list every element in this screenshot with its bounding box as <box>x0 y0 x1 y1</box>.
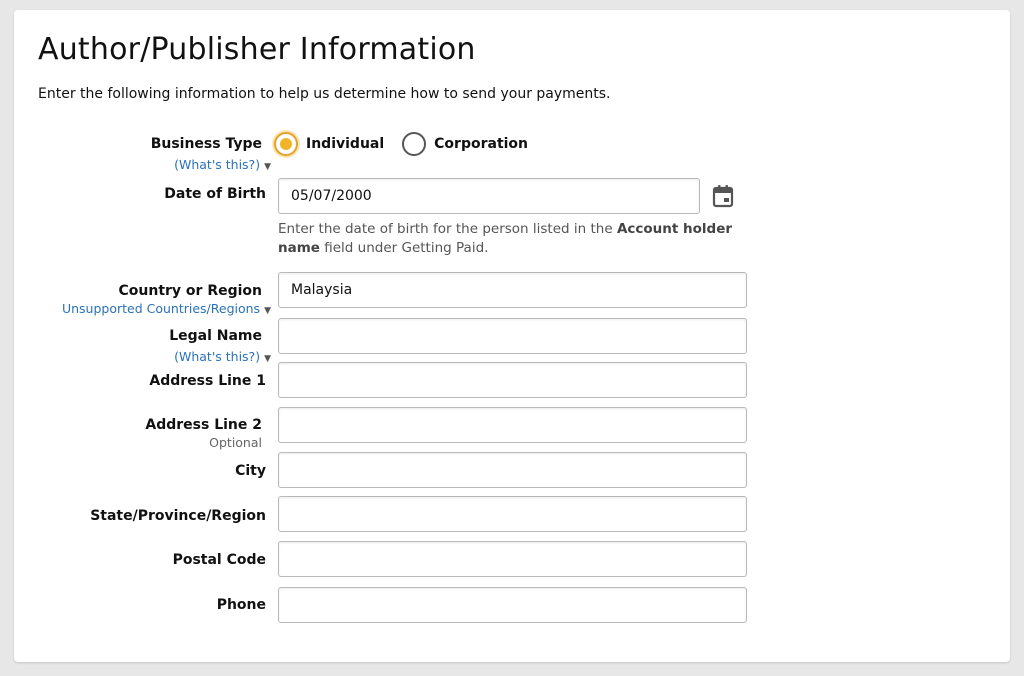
address1-input[interactable] <box>278 362 747 398</box>
radio-individual-label: Individual <box>306 136 385 152</box>
address2-input[interactable] <box>278 407 747 443</box>
phone-input[interactable] <box>278 587 747 623</box>
state-input[interactable] <box>278 496 747 532</box>
dob-input[interactable] <box>278 178 700 214</box>
country-input[interactable] <box>278 272 747 308</box>
state-label: State/Province/Region <box>90 508 266 524</box>
phone-label: Phone <box>216 597 266 613</box>
calendar-icon[interactable] <box>712 184 734 208</box>
business-type-help-link[interactable]: (What's this?) ▼ <box>14 157 271 172</box>
radio-corporation-label: Corporation <box>434 136 529 152</box>
dob-label: Date of Birth <box>164 186 266 202</box>
city-input[interactable] <box>278 452 747 488</box>
legal-name-help-text: (What's this?) <box>174 349 261 364</box>
dob-help-prefix: Enter the date of birth for the person l… <box>278 221 617 237</box>
caret-down-icon: ▼ <box>264 306 271 316</box>
city-label: City <box>235 463 266 479</box>
country-label: Country or Region <box>118 283 263 299</box>
radio-corporation[interactable]: Corporation <box>402 132 528 156</box>
postal-code-label: Postal Code <box>172 552 266 568</box>
legal-name-help-link[interactable]: (What's this?) ▼ <box>14 349 271 364</box>
business-type-radio-group: Individual Corporation <box>274 132 546 156</box>
address1-label: Address Line 1 <box>149 373 266 389</box>
caret-down-icon: ▼ <box>264 162 271 172</box>
caret-down-icon: ▼ <box>264 354 271 364</box>
legal-name-label: Legal Name <box>169 328 262 344</box>
radio-unchecked-icon <box>402 132 427 156</box>
radio-individual[interactable]: Individual <box>274 132 384 156</box>
postal-code-input[interactable] <box>278 541 747 577</box>
dob-help-text: Enter the date of birth for the person l… <box>278 220 758 258</box>
author-info-card: Author/Publisher Information Enter the f… <box>14 10 1010 662</box>
business-type-label: Business Type <box>150 136 262 152</box>
business-type-help-text: (What's this?) <box>174 157 261 172</box>
address2-optional-note: Optional <box>209 435 262 450</box>
dob-help-suffix: field under Getting Paid. <box>319 240 489 256</box>
legal-name-input[interactable] <box>278 318 747 354</box>
address2-label: Address Line 2 <box>145 417 262 433</box>
unsupported-countries-link[interactable]: Unsupported Countries/Regions ▼ <box>14 301 271 316</box>
page-title: Author/Publisher Information <box>38 32 476 67</box>
page-subtitle: Enter the following information to help … <box>38 86 611 102</box>
radio-checked-icon <box>274 132 298 156</box>
unsupported-countries-text: Unsupported Countries/Regions <box>61 301 261 316</box>
